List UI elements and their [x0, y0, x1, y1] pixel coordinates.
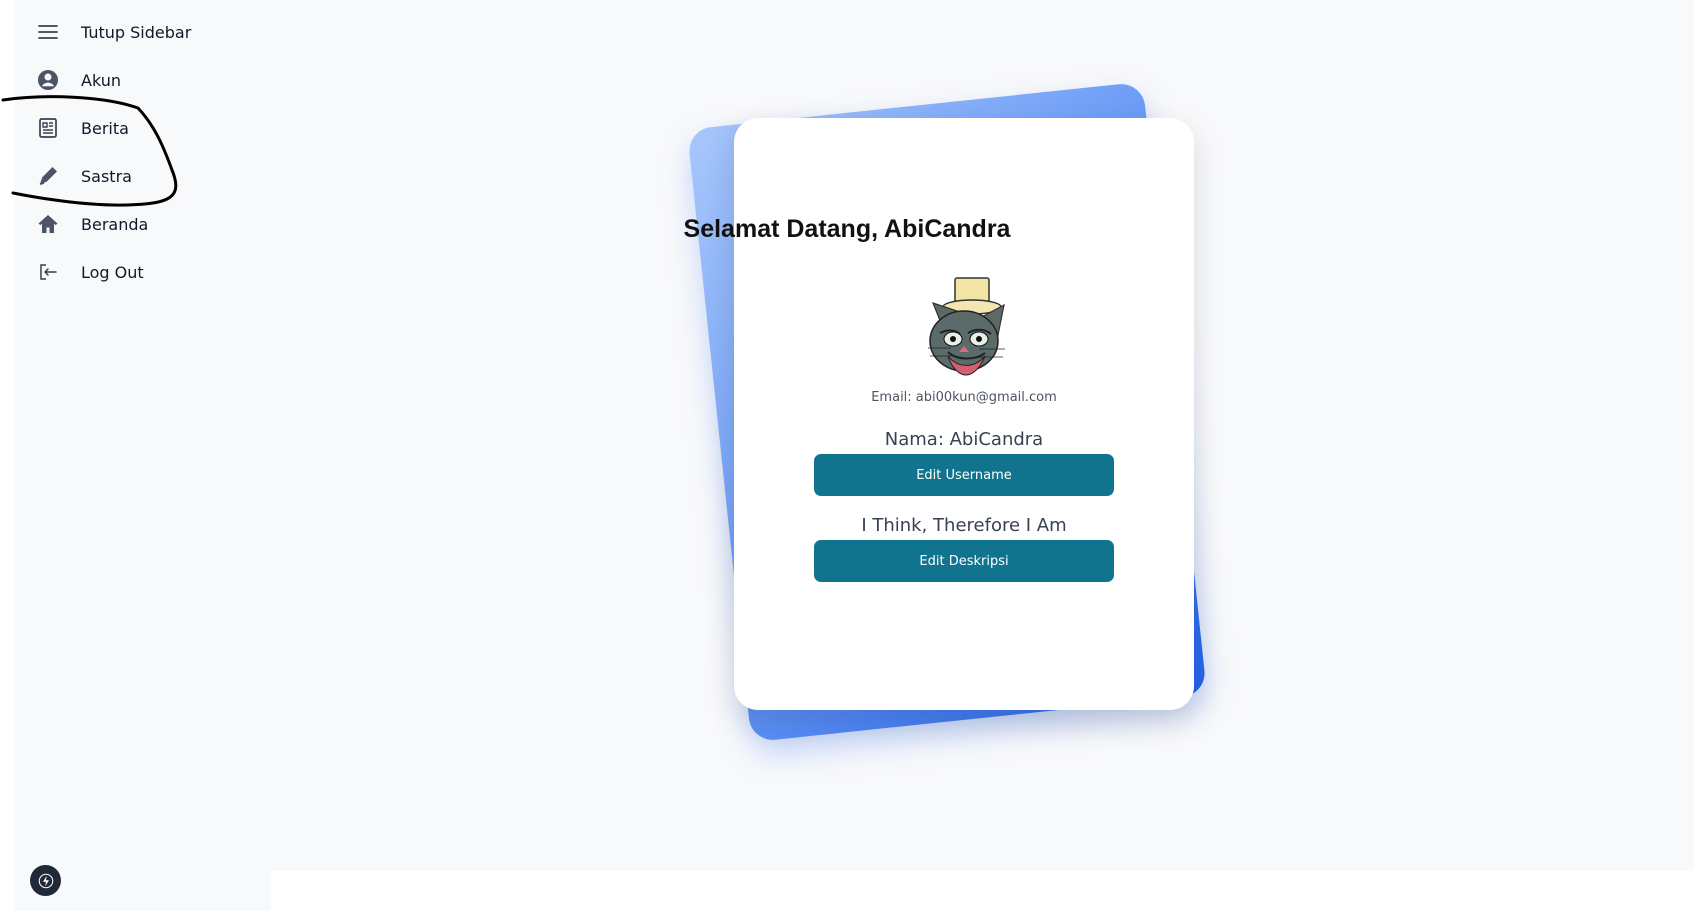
newspaper-icon: [35, 115, 61, 141]
page-title: Selamat Datang, AbiCandra: [683, 214, 1011, 243]
avatar: [918, 276, 1012, 376]
logout-icon: [35, 259, 61, 285]
email-text: Email: abi00kun@gmail.com: [871, 390, 1057, 405]
sidebar-item-label: Sastra: [81, 166, 132, 186]
sidebar-item-akun[interactable]: Akun: [35, 60, 121, 100]
bolt-icon: [38, 873, 53, 888]
sidebar-item-label: Berita: [81, 118, 129, 138]
sidebar-item-label: Akun: [81, 70, 121, 90]
user-circle-icon: [35, 67, 61, 93]
footer-area: [271, 871, 1694, 911]
sidebar-item-log-out[interactable]: Log Out: [35, 252, 144, 292]
sidebar-item-sastra[interactable]: Sastra: [35, 156, 132, 196]
description-text: I Think, Therefore I Am: [861, 515, 1067, 536]
sidebar: Tutup Sidebar Akun Berita Sastra Beranda…: [15, 0, 271, 911]
pen-icon: [35, 163, 61, 189]
edit-description-button[interactable]: Edit Deskripsi: [814, 540, 1114, 582]
bolt-badge-button[interactable]: [30, 865, 61, 896]
menu-icon: [35, 19, 61, 45]
sidebar-item-berita[interactable]: Berita: [35, 108, 129, 148]
sidebar-item-tutup-sidebar[interactable]: Tutup Sidebar: [35, 12, 191, 52]
edit-username-button[interactable]: Edit Username: [814, 454, 1114, 496]
cat-top-hat-avatar: [928, 277, 1005, 376]
sidebar-item-label: Log Out: [81, 262, 144, 282]
profile-card: [734, 118, 1194, 710]
name-text: Nama: AbiCandra: [884, 429, 1044, 450]
sidebar-item-label: Tutup Sidebar: [81, 22, 192, 42]
